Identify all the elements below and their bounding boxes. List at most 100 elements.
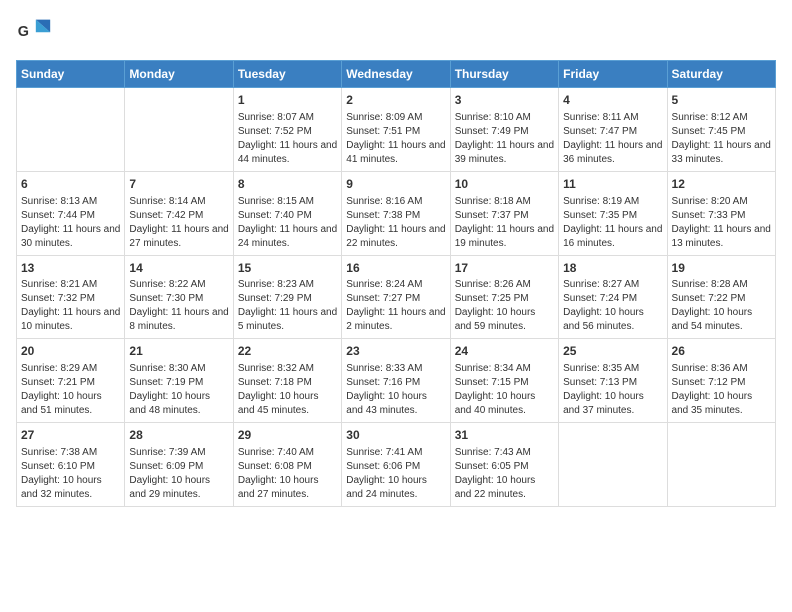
day-number: 13 (21, 260, 120, 277)
calendar-body: 1Sunrise: 8:07 AM Sunset: 7:52 PM Daylig… (17, 88, 776, 507)
calendar-cell: 3 Sunrise: 8:10 AM Sunset: 7:49 PM Daylig… (450, 88, 558, 172)
calendar-cell: 25 Sunrise: 8:35 AM Sunset: 7:13 PM Dayli… (559, 339, 667, 423)
calendar-cell: 12Sunrise: 8:20 AM Sunset: 7:33 PM Dayli… (667, 171, 775, 255)
calendar-cell: 5 Sunrise: 8:12 AM Sunset: 7:45 PM Daylig… (667, 88, 775, 172)
calendar-cell: 10 Sunrise: 8:18 AM Sunset: 7:37 PM Dayli… (450, 171, 558, 255)
svg-text:G: G (18, 24, 29, 40)
day-number: 21 (129, 343, 228, 360)
calendar-cell: 27 Sunrise: 7:38 AM Sunset: 6:10 PM Dayli… (17, 423, 125, 507)
calendar-week-row: 13Sunrise: 8:21 AM Sunset: 7:32 PM Dayli… (17, 255, 776, 339)
calendar-cell: 8 Sunrise: 8:15 AM Sunset: 7:40 PM Daylig… (233, 171, 341, 255)
calendar-week-row: 27 Sunrise: 7:38 AM Sunset: 6:10 PM Dayli… (17, 423, 776, 507)
day-number: 7 (129, 176, 228, 193)
day-info: Sunrise: 8:15 AM Sunset: 7:40 PM Dayligh… (238, 195, 337, 251)
calendar-cell: 18Sunrise: 8:27 AM Sunset: 7:24 PM Dayli… (559, 255, 667, 339)
day-number: 29 (238, 427, 337, 444)
day-info: Sunrise: 7:41 AM Sunset: 6:06 PM Dayligh… (346, 446, 445, 502)
calendar-cell: 30 Sunrise: 7:41 AM Sunset: 6:06 PM Dayli… (342, 423, 450, 507)
calendar-cell: 31 Sunrise: 7:43 AM Sunset: 6:05 PM Dayli… (450, 423, 558, 507)
day-number: 31 (455, 427, 554, 444)
day-info: Sunrise: 8:16 AM Sunset: 7:38 PM Dayligh… (346, 195, 445, 251)
day-info: Sunrise: 8:11 AM Sunset: 7:47 PM Dayligh… (563, 111, 662, 167)
calendar-cell: 2 Sunrise: 8:09 AM Sunset: 7:51 PM Daylig… (342, 88, 450, 172)
day-number: 3 (455, 92, 554, 109)
day-number: 5 (672, 92, 771, 109)
day-number: 22 (238, 343, 337, 360)
day-info: Sunrise: 8:21 AM Sunset: 7:32 PM Dayligh… (21, 278, 120, 334)
calendar-cell: 22Sunrise: 8:32 AM Sunset: 7:18 PM Dayli… (233, 339, 341, 423)
calendar-cell: 4 Sunrise: 8:11 AM Sunset: 7:47 PM Daylig… (559, 88, 667, 172)
day-info: Sunrise: 8:35 AM Sunset: 7:13 PM Dayligh… (563, 362, 662, 418)
calendar-week-row: 20Sunrise: 8:29 AM Sunset: 7:21 PM Dayli… (17, 339, 776, 423)
calendar-cell: 1Sunrise: 8:07 AM Sunset: 7:52 PM Daylig… (233, 88, 341, 172)
calendar-cell (559, 423, 667, 507)
day-number: 9 (346, 176, 445, 193)
calendar-cell: 17Sunrise: 8:26 AM Sunset: 7:25 PM Dayli… (450, 255, 558, 339)
calendar-cell: 14Sunrise: 8:22 AM Sunset: 7:30 PM Dayli… (125, 255, 233, 339)
logo: G (16, 16, 56, 52)
day-info: Sunrise: 8:28 AM Sunset: 7:22 PM Dayligh… (672, 278, 771, 334)
calendar-cell (125, 88, 233, 172)
logo-icon: G (16, 16, 52, 52)
day-number: 25 (563, 343, 662, 360)
calendar-cell: 15Sunrise: 8:23 AM Sunset: 7:29 PM Dayli… (233, 255, 341, 339)
day-number: 27 (21, 427, 120, 444)
day-number: 1 (238, 92, 337, 109)
day-number: 2 (346, 92, 445, 109)
day-info: Sunrise: 8:30 AM Sunset: 7:19 PM Dayligh… (129, 362, 228, 418)
calendar-cell: 28Sunrise: 7:39 AM Sunset: 6:09 PM Dayli… (125, 423, 233, 507)
calendar-cell: 9 Sunrise: 8:16 AM Sunset: 7:38 PM Daylig… (342, 171, 450, 255)
weekday-header-saturday: Saturday (667, 61, 775, 88)
weekday-header-sunday: Sunday (17, 61, 125, 88)
calendar-cell: 19Sunrise: 8:28 AM Sunset: 7:22 PM Dayli… (667, 255, 775, 339)
day-number: 10 (455, 176, 554, 193)
calendar-cell: 11 Sunrise: 8:19 AM Sunset: 7:35 PM Dayli… (559, 171, 667, 255)
day-info: Sunrise: 8:09 AM Sunset: 7:51 PM Dayligh… (346, 111, 445, 167)
calendar-cell (17, 88, 125, 172)
day-number: 4 (563, 92, 662, 109)
calendar-cell: 13Sunrise: 8:21 AM Sunset: 7:32 PM Dayli… (17, 255, 125, 339)
calendar-cell: 23 Sunrise: 8:33 AM Sunset: 7:16 PM Dayli… (342, 339, 450, 423)
day-info: Sunrise: 7:43 AM Sunset: 6:05 PM Dayligh… (455, 446, 554, 502)
day-info: Sunrise: 8:10 AM Sunset: 7:49 PM Dayligh… (455, 111, 554, 167)
calendar-cell: 21 Sunrise: 8:30 AM Sunset: 7:19 PM Dayli… (125, 339, 233, 423)
day-number: 14 (129, 260, 228, 277)
day-number: 8 (238, 176, 337, 193)
day-info: Sunrise: 8:12 AM Sunset: 7:45 PM Dayligh… (672, 111, 771, 167)
page-header: G (16, 16, 776, 52)
day-info: Sunrise: 8:33 AM Sunset: 7:16 PM Dayligh… (346, 362, 445, 418)
day-info: Sunrise: 8:13 AM Sunset: 7:44 PM Dayligh… (21, 195, 120, 251)
weekday-header-wednesday: Wednesday (342, 61, 450, 88)
day-number: 23 (346, 343, 445, 360)
calendar-cell: 16Sunrise: 8:24 AM Sunset: 7:27 PM Dayli… (342, 255, 450, 339)
day-info: Sunrise: 7:38 AM Sunset: 6:10 PM Dayligh… (21, 446, 120, 502)
day-info: Sunrise: 8:23 AM Sunset: 7:29 PM Dayligh… (238, 278, 337, 334)
calendar-cell: 7 Sunrise: 8:14 AM Sunset: 7:42 PM Daylig… (125, 171, 233, 255)
day-number: 17 (455, 260, 554, 277)
day-info: Sunrise: 8:34 AM Sunset: 7:15 PM Dayligh… (455, 362, 554, 418)
day-info: Sunrise: 8:18 AM Sunset: 7:37 PM Dayligh… (455, 195, 554, 251)
weekday-header-row: SundayMondayTuesdayWednesdayThursdayFrid… (17, 61, 776, 88)
day-info: Sunrise: 8:27 AM Sunset: 7:24 PM Dayligh… (563, 278, 662, 334)
day-number: 16 (346, 260, 445, 277)
calendar-cell: 20Sunrise: 8:29 AM Sunset: 7:21 PM Dayli… (17, 339, 125, 423)
calendar-cell: 6 Sunrise: 8:13 AM Sunset: 7:44 PM Daylig… (17, 171, 125, 255)
calendar-week-row: 6 Sunrise: 8:13 AM Sunset: 7:44 PM Daylig… (17, 171, 776, 255)
day-number: 30 (346, 427, 445, 444)
day-number: 19 (672, 260, 771, 277)
calendar-cell: 26Sunrise: 8:36 AM Sunset: 7:12 PM Dayli… (667, 339, 775, 423)
calendar-header: SundayMondayTuesdayWednesdayThursdayFrid… (17, 61, 776, 88)
day-number: 15 (238, 260, 337, 277)
day-info: Sunrise: 8:26 AM Sunset: 7:25 PM Dayligh… (455, 278, 554, 334)
day-info: Sunrise: 7:40 AM Sunset: 6:08 PM Dayligh… (238, 446, 337, 502)
day-number: 11 (563, 176, 662, 193)
day-number: 28 (129, 427, 228, 444)
day-number: 6 (21, 176, 120, 193)
calendar-cell: 24Sunrise: 8:34 AM Sunset: 7:15 PM Dayli… (450, 339, 558, 423)
day-info: Sunrise: 8:20 AM Sunset: 7:33 PM Dayligh… (672, 195, 771, 251)
day-info: Sunrise: 8:19 AM Sunset: 7:35 PM Dayligh… (563, 195, 662, 251)
day-info: Sunrise: 8:22 AM Sunset: 7:30 PM Dayligh… (129, 278, 228, 334)
day-number: 20 (21, 343, 120, 360)
calendar-cell: 29 Sunrise: 7:40 AM Sunset: 6:08 PM Dayli… (233, 423, 341, 507)
day-info: Sunrise: 8:14 AM Sunset: 7:42 PM Dayligh… (129, 195, 228, 251)
